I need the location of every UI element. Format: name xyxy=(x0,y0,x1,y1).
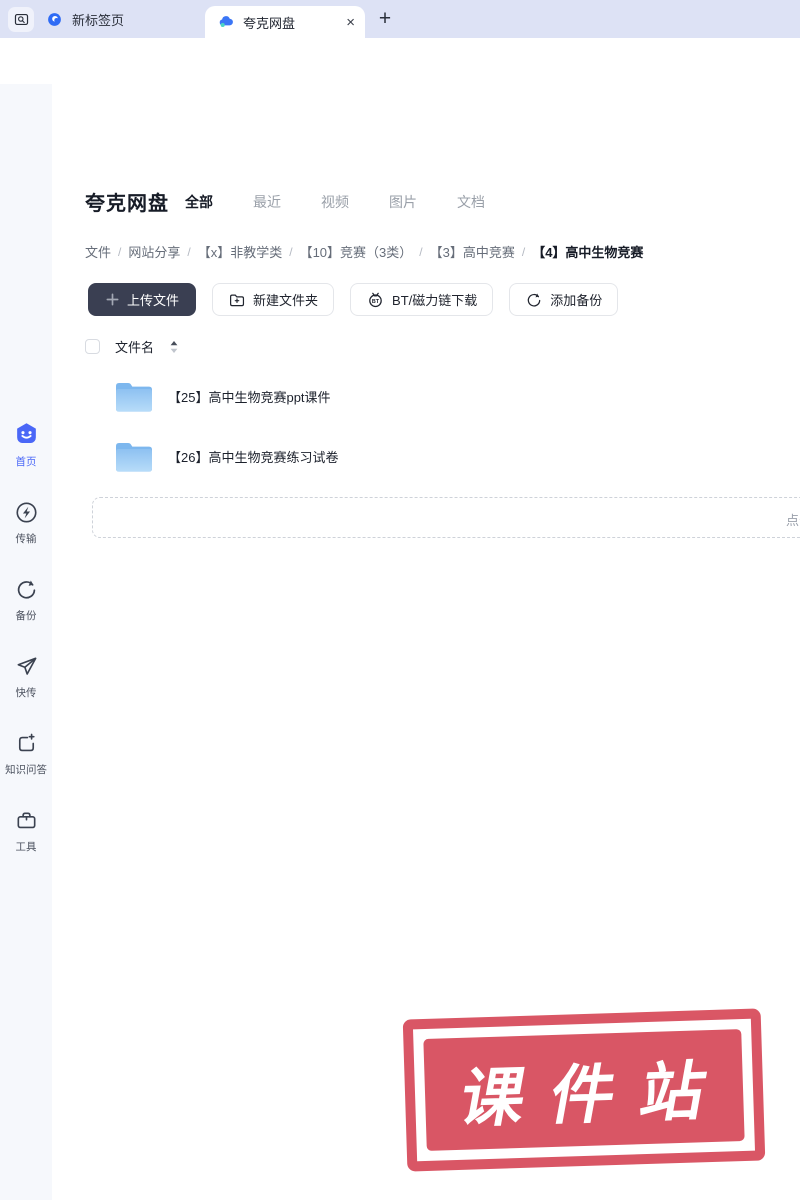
file-row[interactable]: 【25】高中生物竞赛ppt课件 xyxy=(114,375,331,417)
tab-all[interactable]: 全部 xyxy=(185,192,213,212)
page-title: 夸克网盘 xyxy=(85,193,169,215)
sidebar-item-quick-send[interactable]: 快传 xyxy=(0,654,52,700)
upload-dropzone[interactable]: 点击上传 xyxy=(92,497,800,538)
breadcrumb-item[interactable]: 【x】非教学类 xyxy=(198,242,283,261)
upload-file-button[interactable]: 上传文件 xyxy=(88,283,197,316)
sidebar-item-label: 首页 xyxy=(15,456,37,468)
breadcrumb-item[interactable]: 网站分享 xyxy=(128,242,180,261)
plus-icon xyxy=(105,292,120,307)
sidebar: 首页 传输 备份 快传 知识问答 工具 xyxy=(0,84,52,1200)
browser-tab-quark-drive[interactable]: 夸克网盘 × xyxy=(205,6,365,38)
backup-icon xyxy=(14,577,39,602)
dropzone-hint-text: 点击上传 xyxy=(786,513,800,528)
sidebar-item-label: 备份 xyxy=(15,610,37,622)
folder-plus-icon xyxy=(228,291,246,309)
tab-title: 新标签页 xyxy=(72,12,125,28)
breadcrumb-item[interactable]: 文件 xyxy=(85,242,111,261)
new-folder-label: 新建文件夹 xyxy=(253,293,319,308)
close-tab-icon[interactable]: × xyxy=(346,15,355,30)
home-icon xyxy=(13,421,40,448)
sidebar-item-label: 工具 xyxy=(15,841,37,853)
filename-column-header[interactable]: 文件名 xyxy=(115,337,154,356)
browser-navbar: 搜网盘 xyxy=(0,38,800,115)
breadcrumb-separator: / xyxy=(419,244,423,259)
sidebar-item-backup[interactable]: 备份 xyxy=(0,577,52,623)
file-name[interactable]: 【26】高中生物竞赛练习试卷 xyxy=(168,447,338,466)
quark-drive-favicon-cloud-icon xyxy=(217,13,235,31)
folder-icon xyxy=(114,378,154,414)
knowledge-qa-icon xyxy=(14,731,39,756)
breadcrumb-separator: / xyxy=(118,244,122,259)
breadcrumb-separator: / xyxy=(289,244,293,259)
tab-videos[interactable]: 视频 xyxy=(321,192,349,212)
sidebar-item-label: 知识问答 xyxy=(5,764,47,776)
quick-send-icon xyxy=(14,654,39,679)
main-content: 夸克网盘 全部 最近 视频 图片 文档 文件 / 网站分享 / 【x】非教学类 … xyxy=(52,84,800,1200)
folder-icon xyxy=(114,438,154,474)
new-folder-button[interactable]: 新建文件夹 xyxy=(212,283,335,316)
sidebar-item-label: 传输 xyxy=(15,533,37,545)
new-tab-button[interactable]: + xyxy=(372,6,398,32)
select-all-checkbox[interactable] xyxy=(85,339,100,354)
add-backup-label: 添加备份 xyxy=(550,293,603,308)
tab-recent[interactable]: 最近 xyxy=(253,192,281,212)
breadcrumb-separator: / xyxy=(187,244,191,259)
breadcrumb-item-current: 【4】高中生物竞赛 xyxy=(532,245,644,260)
upload-file-label: 上传文件 xyxy=(127,293,180,308)
tab-title: 夸克网盘 xyxy=(243,15,296,31)
sidebar-item-tools[interactable]: 工具 xyxy=(0,808,52,854)
toolbar: 上传文件 新建文件夹 BT BT/磁力链下载 添加备份 xyxy=(88,283,619,316)
browser-tab-newtab[interactable]: 新标签页 xyxy=(46,0,124,38)
bt-download-label: BT/磁力链下载 xyxy=(392,293,478,308)
file-name[interactable]: 【25】高中生物竞赛ppt课件 xyxy=(168,387,331,406)
file-row[interactable]: 【26】高中生物竞赛练习试卷 xyxy=(114,435,338,477)
sidebar-item-knowledge-qa[interactable]: 知识问答 xyxy=(0,731,52,777)
sort-icon[interactable] xyxy=(169,340,179,354)
bt-magnet-download-button[interactable]: BT BT/磁力链下载 xyxy=(350,283,494,316)
svg-text:BT: BT xyxy=(372,299,380,305)
sidebar-item-label: 快传 xyxy=(15,687,37,699)
breadcrumb-item[interactable]: 【3】高中竞赛 xyxy=(430,242,515,261)
sidebar-item-transfer[interactable]: 传输 xyxy=(0,500,52,546)
breadcrumb: 文件 / 网站分享 / 【x】非教学类 / 【10】竞赛（3类） / 【3】高中… xyxy=(85,242,643,261)
refresh-cycle-icon xyxy=(525,291,543,309)
bt-download-icon: BT xyxy=(366,290,385,309)
add-backup-button[interactable]: 添加备份 xyxy=(509,283,619,316)
tools-icon xyxy=(14,808,39,833)
quark-browser-logo-icon xyxy=(46,11,63,28)
transfer-icon xyxy=(14,500,39,525)
tab-images[interactable]: 图片 xyxy=(389,192,417,212)
breadcrumb-item[interactable]: 【10】竞赛（3类） xyxy=(300,242,413,261)
browser-tabstrip: 新标签页 夸克网盘 × + xyxy=(0,0,800,38)
sidebar-item-home[interactable]: 首页 xyxy=(0,421,52,469)
breadcrumb-separator: / xyxy=(521,244,526,259)
file-list-header: 文件名 xyxy=(85,337,179,356)
tab-search-button[interactable] xyxy=(8,7,34,32)
tab-search-icon xyxy=(13,11,30,28)
tab-documents[interactable]: 文档 xyxy=(457,192,485,212)
filter-tabs: 全部 最近 视频 图片 文档 xyxy=(185,192,485,212)
